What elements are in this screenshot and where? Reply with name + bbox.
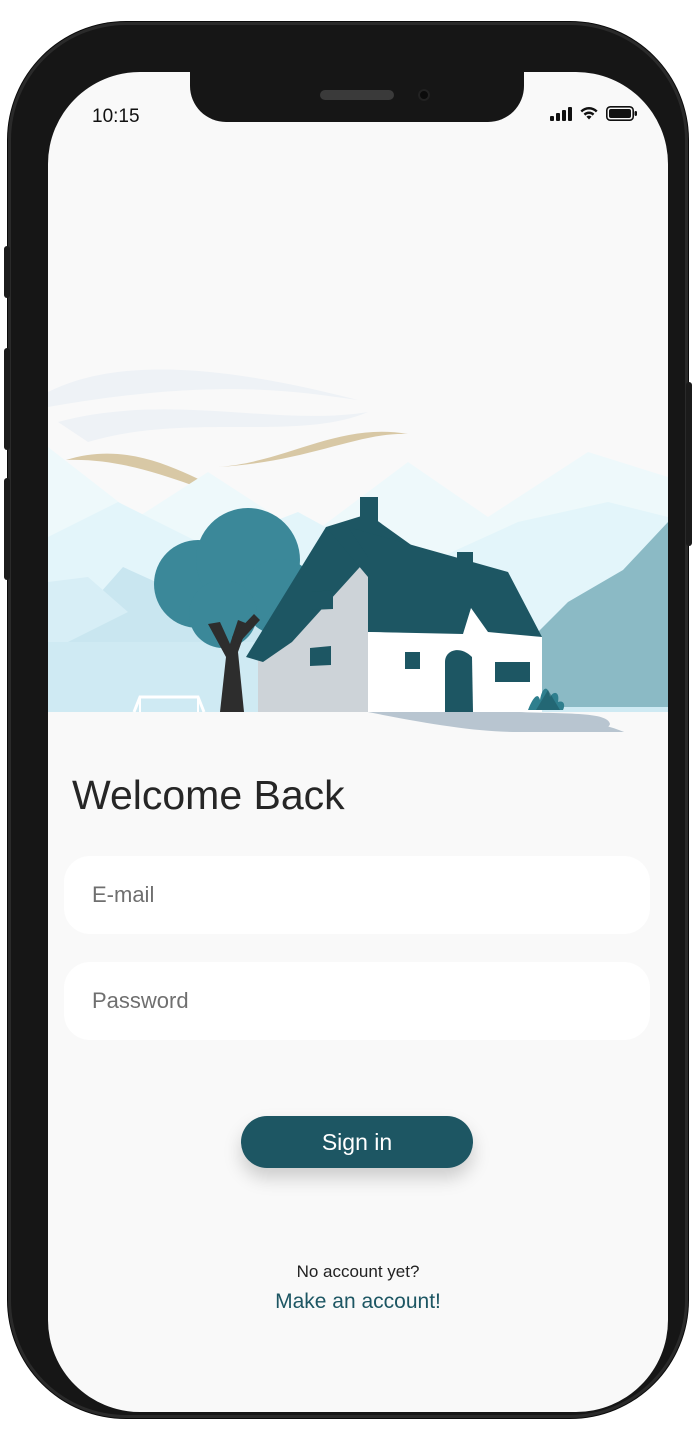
power-button xyxy=(686,382,692,546)
page-title: Welcome Back xyxy=(72,772,345,818)
silent-switch xyxy=(4,246,10,298)
signal-icon xyxy=(550,106,572,121)
status-time: 10:15 xyxy=(92,106,140,127)
no-account-text: No account yet? xyxy=(296,1262,420,1281)
battery-icon xyxy=(606,106,637,121)
house-landscape-illustration xyxy=(48,369,668,732)
volume-up-button xyxy=(4,348,10,450)
volume-down-button xyxy=(4,478,10,580)
speaker-grille xyxy=(320,90,394,100)
front-camera xyxy=(418,89,430,101)
wifi-icon xyxy=(580,107,598,120)
phone-frame: 10:15 Welcome Back E-mail Sign in No acc… xyxy=(4,22,692,1418)
password-input[interactable] xyxy=(64,962,650,1040)
status-icons xyxy=(550,106,638,121)
notch xyxy=(190,72,524,122)
make-account-link[interactable]: Make an account! xyxy=(48,1290,668,1314)
email-input[interactable] xyxy=(64,856,650,934)
screen: 10:15 Welcome Back E-mail Sign in No acc… xyxy=(48,72,668,1412)
sign-in-button[interactable]: Sign in xyxy=(241,1116,473,1168)
